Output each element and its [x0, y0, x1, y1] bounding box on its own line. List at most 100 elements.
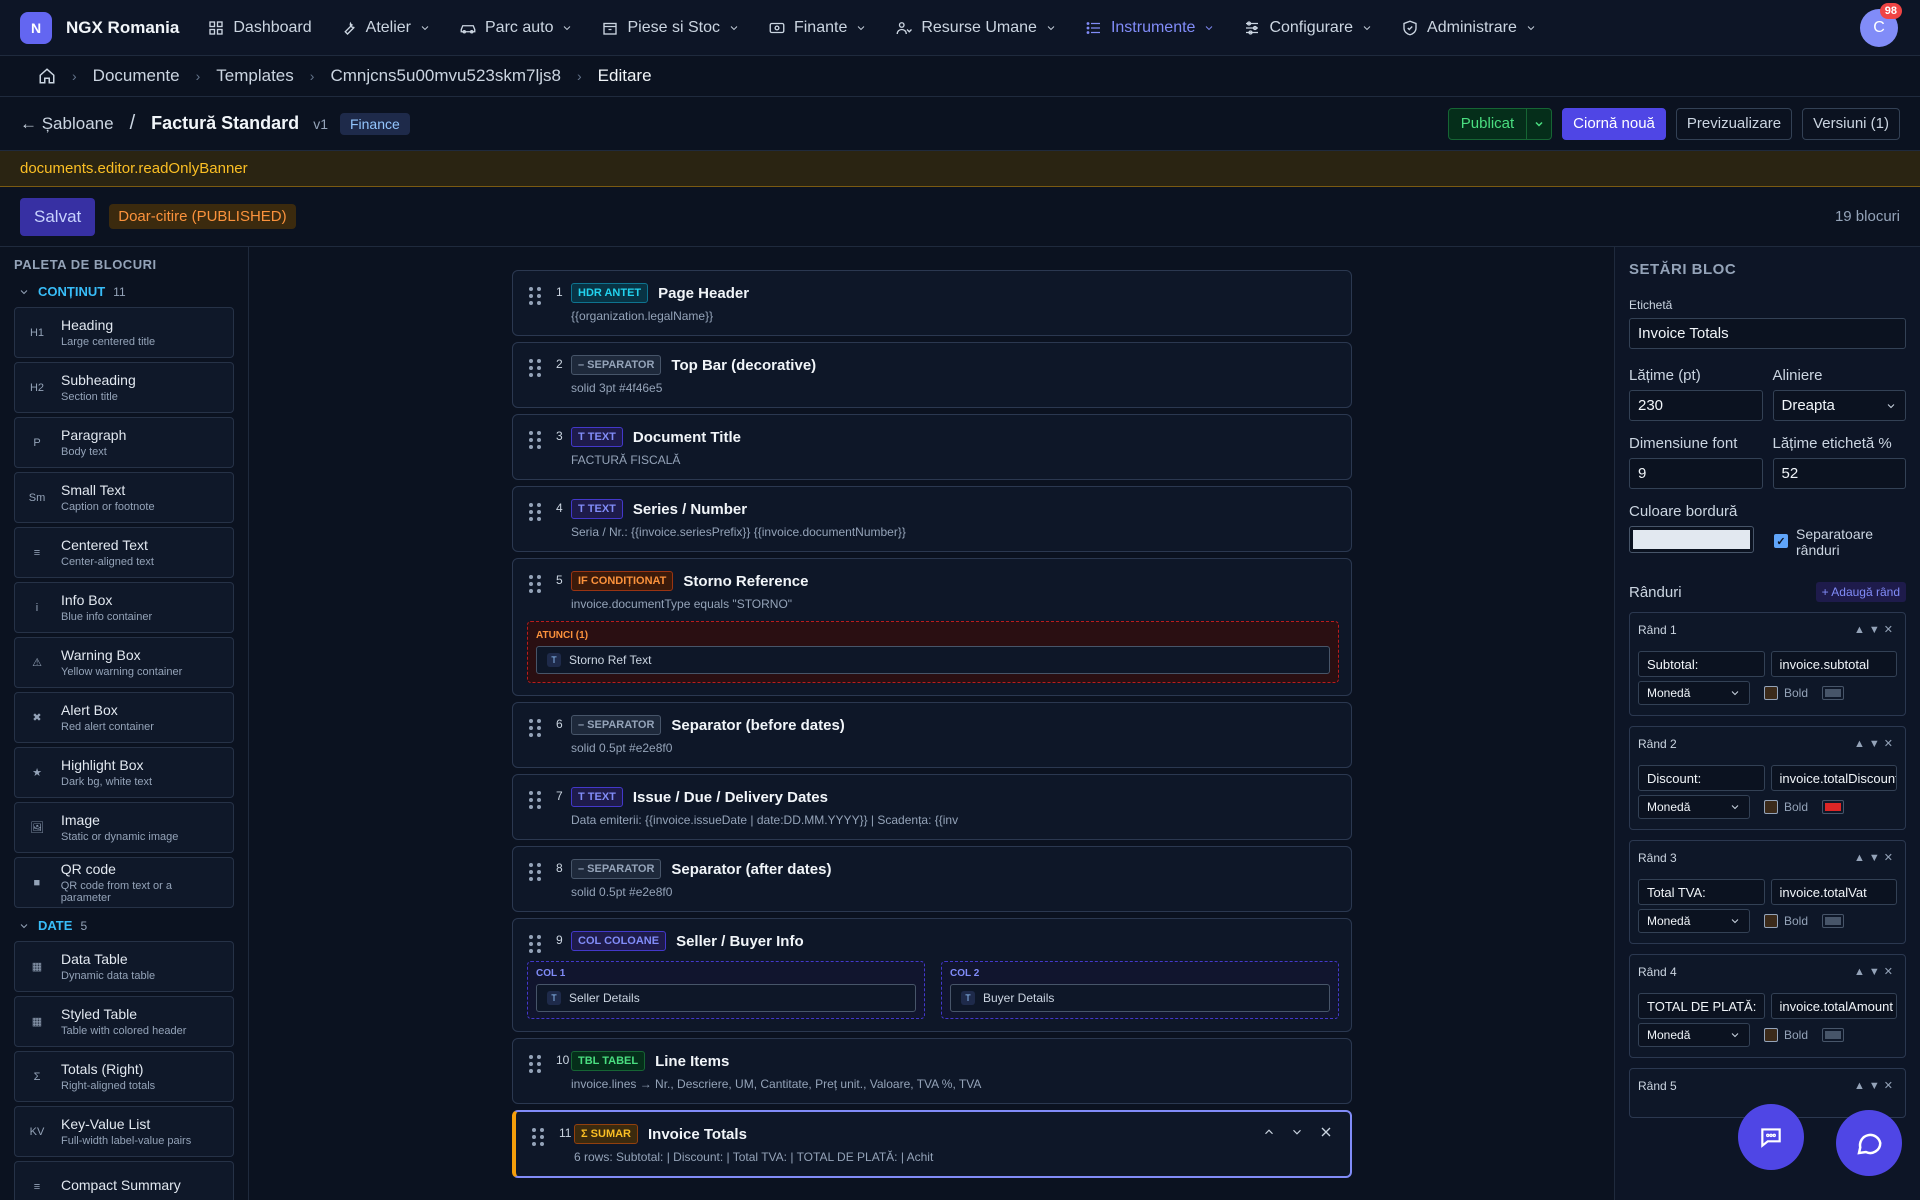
palette-item[interactable]: ≡ Compact Summary	[14, 1161, 234, 1200]
palette-item[interactable]: ⚠ Warning Box Yellow warning container	[14, 637, 234, 688]
row-controls[interactable]: ▲▼✕	[1854, 623, 1897, 637]
row-format-select[interactable]: Monedă	[1638, 681, 1750, 705]
palette-item[interactable]: H2 Subheading Section title	[14, 362, 234, 413]
row-bold-checkbox[interactable]	[1764, 914, 1778, 928]
nav-item-parc-auto[interactable]: Parc auto	[459, 19, 573, 37]
row-field-input[interactable]: invoice.totalDiscount	[1770, 765, 1897, 791]
drag-handle-icon[interactable]	[529, 431, 541, 449]
row-bold-checkbox[interactable]	[1764, 686, 1778, 700]
canvas-block[interactable]: 8 – SEPARATOR Separator (after dates) solid…	[512, 846, 1352, 912]
nav-item-configurare[interactable]: Configurare	[1243, 19, 1373, 37]
nested-block[interactable]: T Seller Details	[536, 984, 916, 1012]
align-select[interactable]: Dreapta	[1772, 390, 1906, 421]
palette-item[interactable]: KV Key-Value List Full-width label-value p…	[14, 1106, 234, 1157]
canvas-block[interactable]: 9 COL COLOANE Seller / Buyer Info COL 1 T Sel…	[512, 918, 1352, 1032]
move-down-icon[interactable]	[1290, 1125, 1304, 1139]
drag-handle-icon[interactable]	[529, 359, 541, 377]
home-icon[interactable]	[38, 67, 56, 85]
canvas-block[interactable]: 6 – SEPARATOR Separator (before dates) soli…	[512, 702, 1352, 768]
close-icon[interactable]	[1318, 1124, 1334, 1140]
canvas-block[interactable]: 4 T TEXT Series / Number Seria / Nr.: {{inv…	[512, 486, 1352, 552]
palette-item[interactable]: P Paragraph Body text	[14, 417, 234, 468]
drag-handle-icon[interactable]	[529, 863, 541, 881]
palette-item[interactable]: Sm Small Text Caption or footnote	[14, 472, 234, 523]
drag-handle-icon[interactable]	[532, 1128, 544, 1146]
border-color-picker[interactable]	[1629, 526, 1754, 553]
drag-handle-icon[interactable]	[529, 791, 541, 809]
palette-item[interactable]: 🖼 Image Static or dynamic image	[14, 802, 234, 853]
publish-status-dropdown[interactable]: Publicat	[1447, 107, 1553, 140]
font-size-input[interactable]: 9	[1629, 458, 1763, 489]
canvas-block[interactable]: 2 – SEPARATOR Top Bar (decorative) solid 3p…	[512, 342, 1352, 408]
row-separators-checkbox[interactable]: ✓	[1774, 534, 1788, 548]
support-fab-button[interactable]	[1836, 1110, 1902, 1176]
row-label-input[interactable]: Total TVA:	[1638, 879, 1765, 905]
row-color-picker[interactable]	[1822, 686, 1845, 700]
row-field-input[interactable]: invoice.totalAmount	[1770, 993, 1897, 1019]
row-label-input[interactable]: Subtotal:	[1638, 651, 1765, 677]
new-draft-button[interactable]: Ciornă nouă	[1562, 107, 1666, 140]
drag-handle-icon[interactable]	[529, 575, 541, 593]
drag-handle-icon[interactable]	[529, 1055, 541, 1073]
versions-button[interactable]: Versiuni (1)	[1802, 107, 1900, 140]
row-color-picker[interactable]	[1822, 914, 1845, 928]
row-label-input[interactable]: Discount:	[1638, 765, 1765, 791]
nav-item-piese-si-stoc[interactable]: Piese si Stoc	[601, 19, 739, 37]
row-controls[interactable]: ▲▼✕	[1854, 965, 1897, 979]
canvas-block[interactable]: 10 TBL TABEL Line Items invoice.lines → Nr.…	[512, 1038, 1352, 1104]
save-button[interactable]: Salvat	[20, 197, 96, 236]
app-logo[interactable]: N	[20, 11, 52, 44]
row-color-picker[interactable]	[1822, 1028, 1845, 1042]
palette-section-header[interactable]: DATE 5	[18, 918, 234, 933]
canvas-block[interactable]: 1 HDR ANTET Page Header {{organization.lega…	[512, 270, 1352, 336]
row-bold-checkbox[interactable]	[1764, 1028, 1778, 1042]
canvas-block[interactable]: 7 T TEXT Issue / Due / Delivery Dates Data …	[512, 774, 1352, 840]
preview-button[interactable]: Previzualizare	[1675, 107, 1793, 140]
add-row-button[interactable]: + Adaugă rând	[1815, 582, 1906, 602]
row-controls[interactable]: ▲▼✕	[1854, 851, 1897, 865]
crumb-documente[interactable]: Documente	[93, 66, 180, 86]
palette-item[interactable]: ■ QR code QR code from text or a parameter	[14, 857, 234, 908]
palette-item[interactable]: ✖ Alert Box Red alert container	[14, 692, 234, 743]
palette-item[interactable]: ★ Highlight Box Dark bg, white text	[14, 747, 234, 798]
palette-item[interactable]: Σ Totals (Right) Right-aligned totals	[14, 1051, 234, 1102]
row-format-select[interactable]: Monedă	[1638, 1023, 1750, 1047]
canvas-block[interactable]: 11 Σ SUMAR Invoice Totals 6 rows: Subtotal:…	[512, 1110, 1352, 1178]
palette-item[interactable]: ▦ Data Table Dynamic data table	[14, 941, 234, 992]
block-label-input[interactable]: Invoice Totals	[1629, 318, 1906, 349]
nav-item-dashboard[interactable]: Dashboard	[207, 19, 312, 37]
row-controls[interactable]: ▲▼✕	[1854, 737, 1897, 751]
crumb-template-id[interactable]: Cmnjcns5u00mvu523skm7ljs8	[330, 66, 561, 86]
crumb-templates[interactable]: Templates	[216, 66, 293, 86]
palette-item[interactable]: ▦ Styled Table Table with colored header	[14, 996, 234, 1047]
drag-handle-icon[interactable]	[529, 287, 541, 305]
row-label-input[interactable]: TOTAL DE PLATĂ:	[1638, 993, 1765, 1019]
row-bold-checkbox[interactable]	[1764, 800, 1778, 814]
brand-name[interactable]: NGX Romania	[66, 18, 179, 38]
row-controls[interactable]: ▲▼✕	[1854, 1079, 1897, 1093]
row-format-select[interactable]: Monedă	[1638, 909, 1750, 933]
palette-item[interactable]: H1 Heading Large centered title	[14, 307, 234, 358]
row-format-select[interactable]: Monedă	[1638, 795, 1750, 819]
drag-handle-icon[interactable]	[529, 503, 541, 521]
chat-fab-button[interactable]	[1738, 1104, 1804, 1170]
canvas-block[interactable]: 3 T TEXT Document Title FACTURĂ FISCALĂ	[512, 414, 1352, 480]
back-to-templates-link[interactable]: ← Șabloane	[20, 114, 114, 134]
drag-handle-icon[interactable]	[529, 935, 541, 953]
nav-item-instrumente[interactable]: Instrumente	[1085, 19, 1215, 37]
label-width-input[interactable]: 52	[1772, 458, 1906, 489]
nav-item-resurse-umane[interactable]: Resurse Umane	[895, 19, 1057, 37]
row-field-input[interactable]: invoice.totalVat	[1770, 879, 1897, 905]
canvas-block[interactable]: 5 IF CONDIȚIONAT Storno Reference invoice.d…	[512, 558, 1352, 696]
drag-handle-icon[interactable]	[529, 719, 541, 737]
row-field-input[interactable]: invoice.subtotal	[1770, 651, 1897, 677]
row-color-picker[interactable]	[1822, 800, 1845, 814]
nav-item-administrare[interactable]: Administrare	[1401, 19, 1537, 37]
nav-item-finante[interactable]: Finante	[768, 19, 867, 37]
palette-item[interactable]: ≡ Centered Text Center-aligned text	[14, 527, 234, 578]
chevron-down-icon[interactable]	[1526, 108, 1551, 139]
nested-block[interactable]: T Buyer Details	[950, 984, 1330, 1012]
palette-section-header[interactable]: CONȚINUT 11	[18, 284, 234, 299]
nested-block[interactable]: T Storno Ref Text	[536, 646, 1330, 674]
user-avatar[interactable]: C 98	[1860, 3, 1902, 47]
